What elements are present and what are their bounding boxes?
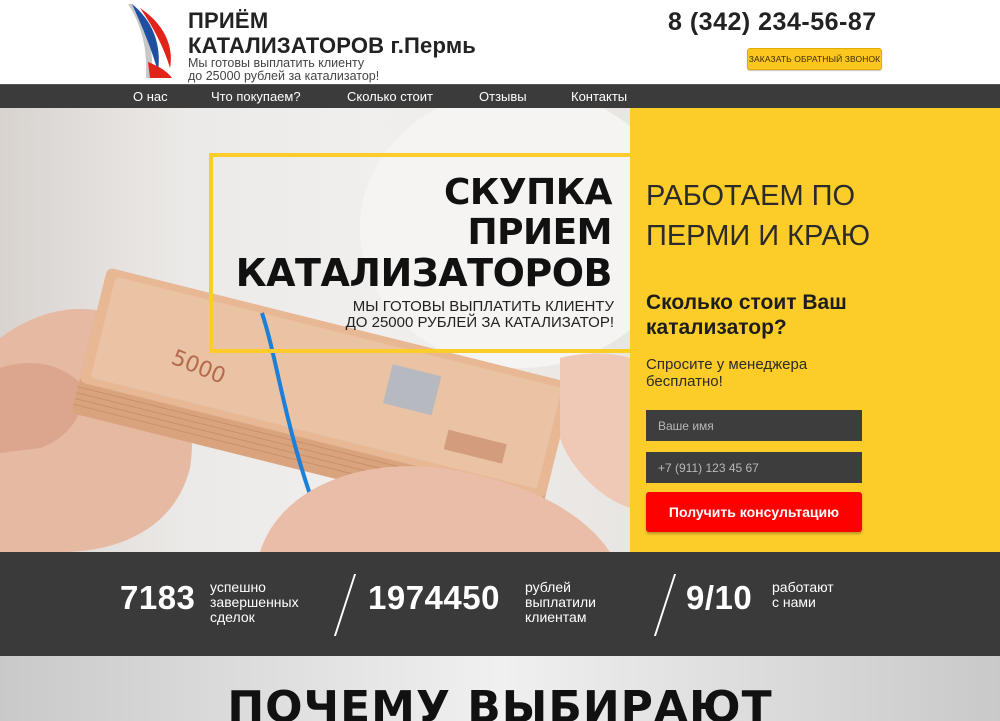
order-callback-button[interactable]: ЗАКАЗАТЬ ОБРАТНЫЙ ЗВОНОК <box>747 48 882 70</box>
nav-item-about[interactable]: О нас <box>133 85 168 109</box>
service-area-line2: ПЕРМИ И КРАЮ <box>646 220 871 252</box>
main-nav: О нас Что покупаем? Сколько стоит Отзывы… <box>0 84 1000 108</box>
stat-paid-label-line2: выплатили <box>525 594 596 610</box>
name-field[interactable] <box>646 410 862 441</box>
why-title: ПОЧЕМУ ВЫБИРАЮТ <box>227 682 773 721</box>
phone-number[interactable]: 8 (342) 234-56-87 <box>668 8 877 37</box>
hero-subtitle-line1: МЫ ГОТОВЫ ВЫПЛАТИТЬ КЛИЕНТУ <box>352 298 614 315</box>
logo-title[interactable]: ПРИЁМ КАТАЛИЗАТОРОВ г.Пермь <box>188 8 476 58</box>
service-area-title: РАБОТАЕМ ПО ПЕРМИ И КРАЮ <box>646 176 870 256</box>
stats-divider <box>333 574 357 636</box>
hero-subtitle: МЫ ГОТОВЫ ВЫПЛАТИТЬ КЛИЕНТУ ДО 25000 РУБ… <box>346 299 614 331</box>
get-consultation-button[interactable]: Получить консультацию <box>646 492 862 532</box>
logo-title-line1: ПРИЁМ <box>188 8 269 33</box>
stat-deals-label-line2: завершенных <box>210 594 299 610</box>
hero-title-line2: ПРИЕМ <box>467 212 612 253</box>
stat-deals-label-line1: успешно <box>210 579 266 595</box>
stat-ratio-value: 9/10 <box>686 579 753 616</box>
hero-title: СКУПКА ПРИЕМ КАТАЛИЗАТОРОВ <box>235 172 613 295</box>
stat-deals-value: 7183 <box>120 579 196 616</box>
sail-logo-icon <box>128 4 172 78</box>
why-section: ПОЧЕМУ ВЫБИРАЮТ <box>0 656 1000 721</box>
stat-ratio-label-line2: с нами <box>772 594 816 610</box>
hero-subtitle-line2: ДО 25000 РУБЛЕЙ ЗА КАТАЛИЗАТОР! <box>345 314 614 331</box>
logo-title-line2: КАТАЛИЗАТОРОВ г.Пермь <box>188 33 477 58</box>
stat-paid-value: 1974450 <box>368 579 500 616</box>
ask-manager-line1: Спросите у менеджера <box>646 356 808 373</box>
nav-item-prices[interactable]: Сколько стоит <box>347 85 433 109</box>
stats-bar: 7183 успешно завершенных сделок 1974450 … <box>0 552 1000 656</box>
stat-ratio-label: работают с нами <box>772 580 834 610</box>
site-header: ПРИЁМ КАТАЛИЗАТОРОВ г.Пермь Мы готовы вы… <box>0 0 1000 84</box>
phone-field[interactable] <box>646 452 862 483</box>
hero-section: 5000 СКУПКА ПРИЕМ КАТАЛИЗАТОРОВ МЫ ГОТОВ… <box>0 108 1000 552</box>
stat-paid-label-line1: рублей <box>525 579 571 595</box>
hero-title-line3: КАТАЛИЗАТОРОВ <box>235 251 613 295</box>
logo-tagline: Мы готовы выплатить клиенту до 25000 руб… <box>188 57 379 83</box>
nav-item-what-we-buy[interactable]: Что покупаем? <box>211 85 301 109</box>
service-area-line1: РАБОТАЕМ ПО <box>646 180 856 212</box>
hero-title-frame: СКУПКА ПРИЕМ КАТАЛИЗАТОРОВ МЫ ГОТОВЫ ВЫП… <box>209 153 630 353</box>
stat-ratio-label-line1: работают <box>772 579 834 595</box>
nav-item-contacts[interactable]: Контакты <box>571 85 627 109</box>
stat-paid-label: рублей выплатили клиентам <box>525 580 596 625</box>
ask-manager-text: Спросите у менеджера бесплатно! <box>646 356 807 390</box>
stats-divider <box>653 574 677 636</box>
nav-item-reviews[interactable]: Отзывы <box>479 85 527 109</box>
price-question-line2: катализатор? <box>646 316 787 339</box>
stat-paid-label-line3: клиентам <box>525 609 587 625</box>
price-question-line1: Сколько стоит Ваш <box>646 291 847 314</box>
hero-title-line1: СКУПКА <box>443 172 613 213</box>
stat-deals-label-line3: сделок <box>210 609 255 625</box>
logo-tagline-line2: до 25000 рублей за катализатор! <box>188 69 380 83</box>
ask-manager-line2: бесплатно! <box>646 373 723 390</box>
price-question: Сколько стоит Ваш катализатор? <box>646 290 847 340</box>
stat-deals-label: успешно завершенных сделок <box>210 580 299 625</box>
